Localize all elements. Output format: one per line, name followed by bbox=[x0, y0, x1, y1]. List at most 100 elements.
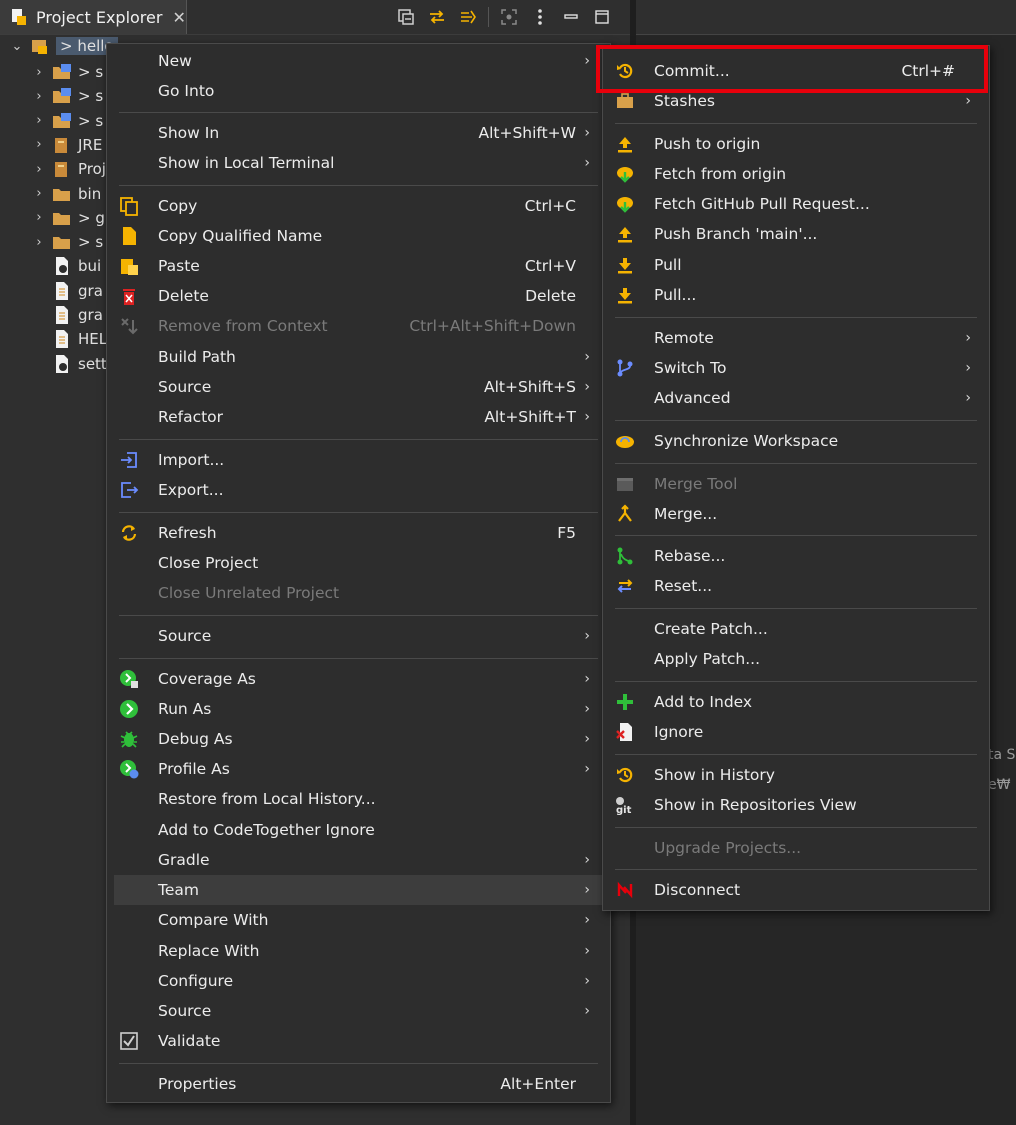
collapse-all-icon[interactable] bbox=[395, 6, 417, 28]
menu-item-export[interactable]: Export... bbox=[107, 475, 610, 505]
menu-item-delete[interactable]: Delete Delete bbox=[107, 281, 610, 311]
menu-separator bbox=[119, 658, 598, 659]
maximize-icon[interactable] bbox=[591, 6, 613, 28]
menu-item-show-history[interactable]: Show in History bbox=[603, 760, 989, 790]
bug-icon bbox=[118, 728, 140, 750]
menu-item-fetch-pr[interactable]: Fetch GitHub Pull Request... bbox=[603, 189, 989, 219]
tree-item[interactable]: › bin bbox=[32, 182, 101, 206]
chevron-right-icon[interactable]: › bbox=[32, 210, 46, 225]
menu-item-team[interactable]: Team › bbox=[114, 875, 603, 905]
menu-item-fetch-origin[interactable]: Fetch from origin bbox=[603, 159, 989, 189]
menu-item-ignore[interactable]: Ignore bbox=[603, 717, 989, 747]
menu-label: Replace With bbox=[158, 942, 260, 960]
chevron-right-icon[interactable]: › bbox=[32, 137, 46, 152]
menu-item-compare-with[interactable]: Compare With › bbox=[107, 905, 610, 935]
menu-item-import[interactable]: Import... bbox=[107, 445, 610, 475]
menu-item-restore-history[interactable]: Restore from Local History... bbox=[107, 784, 610, 814]
merge-tool-icon bbox=[614, 473, 636, 495]
pull-icon bbox=[614, 284, 636, 306]
menu-item-properties[interactable]: Properties Alt+Enter bbox=[107, 1069, 610, 1099]
menu-item-refactor[interactable]: Refactor Alt+Shift+T › bbox=[107, 402, 610, 432]
tree-root-project[interactable]: ⌄ > hello bbox=[10, 34, 118, 58]
menu-item-create-patch[interactable]: Create Patch... bbox=[603, 614, 989, 644]
menu-item-debug-as[interactable]: Debug As › bbox=[107, 724, 610, 754]
chevron-right-icon: › bbox=[584, 409, 590, 425]
tree-item[interactable]: › > g bbox=[32, 206, 104, 230]
menu-item-stashes[interactable]: Stashes › bbox=[603, 86, 989, 116]
menu-item-merge[interactable]: Merge... bbox=[603, 499, 989, 529]
chevron-right-icon: › bbox=[584, 628, 590, 644]
link-with-editor-icon[interactable] bbox=[426, 6, 448, 28]
tree-item[interactable]: gra bbox=[32, 279, 103, 303]
menu-item-new[interactable]: New › bbox=[107, 46, 610, 76]
tree-item[interactable]: › > s bbox=[32, 109, 103, 133]
chevron-right-icon: › bbox=[584, 973, 590, 989]
menu-item-add-index[interactable]: Add to Index bbox=[603, 687, 989, 717]
minimize-icon[interactable] bbox=[560, 6, 582, 28]
tree-item[interactable]: gra bbox=[32, 303, 103, 327]
chevron-right-icon[interactable]: › bbox=[32, 162, 46, 177]
menu-item-validate[interactable]: Validate bbox=[107, 1026, 610, 1056]
menu-item-show-in-terminal[interactable]: Show in Local Terminal › bbox=[107, 148, 610, 178]
view-menu-icon[interactable] bbox=[529, 6, 551, 28]
tree-item[interactable]: › JRE bbox=[32, 133, 102, 157]
menu-item-codetogether-ignore[interactable]: Add to CodeTogether Ignore bbox=[107, 815, 610, 845]
chevron-right-icon[interactable]: › bbox=[32, 186, 46, 201]
menu-item-pull-dialog[interactable]: Pull... bbox=[603, 280, 989, 310]
menu-item-remote[interactable]: Remote › bbox=[603, 323, 989, 353]
menu-item-source-2[interactable]: Source › bbox=[107, 621, 610, 651]
partial-text-line: ta S bbox=[988, 747, 1016, 763]
chevron-right-icon[interactable]: › bbox=[32, 65, 46, 80]
menu-item-pull[interactable]: Pull bbox=[603, 250, 989, 280]
menu-item-rebase[interactable]: Rebase... bbox=[603, 541, 989, 571]
menu-item-source[interactable]: Source Alt+Shift+S › bbox=[107, 372, 610, 402]
chevron-right-icon[interactable]: › bbox=[32, 113, 46, 128]
tree-item[interactable]: HEL bbox=[32, 327, 107, 351]
menu-item-disconnect[interactable]: Disconnect bbox=[603, 875, 989, 905]
chevron-right-icon: › bbox=[584, 53, 590, 69]
chevron-right-icon[interactable]: › bbox=[32, 235, 46, 250]
menu-item-paste[interactable]: Paste Ctrl+V bbox=[107, 251, 610, 281]
tree-item[interactable]: sett bbox=[32, 352, 107, 376]
filter-icon[interactable] bbox=[457, 6, 479, 28]
menu-item-show-repos[interactable]: git Show in Repositories View bbox=[603, 790, 989, 820]
tree-item[interactable]: bui bbox=[32, 254, 101, 278]
close-icon[interactable]: ✕ bbox=[172, 8, 185, 27]
menu-item-apply-patch[interactable]: Apply Patch... bbox=[603, 644, 989, 674]
chevron-down-icon[interactable]: ⌄ bbox=[10, 39, 24, 54]
chevron-right-icon: › bbox=[965, 390, 971, 406]
chevron-right-icon: › bbox=[584, 155, 590, 171]
chevron-right-icon[interactable]: › bbox=[32, 89, 46, 104]
svg-text:git: git bbox=[616, 805, 632, 815]
menu-item-run-as[interactable]: Run As › bbox=[107, 694, 610, 724]
menu-item-source-3[interactable]: Source › bbox=[107, 996, 610, 1026]
menu-item-push-branch[interactable]: Push Branch 'main'... bbox=[603, 219, 989, 249]
menu-item-show-in[interactable]: Show In Alt+Shift+W › bbox=[107, 118, 610, 148]
menu-accelerator: Ctrl+Alt+Shift+Down bbox=[409, 317, 576, 335]
menu-item-synchronize[interactable]: Synchronize Workspace bbox=[603, 426, 989, 456]
tree-item[interactable]: › > s bbox=[32, 60, 103, 84]
menu-item-push-origin[interactable]: Push to origin bbox=[603, 129, 989, 159]
menu-item-profile-as[interactable]: Profile As › bbox=[107, 754, 610, 784]
menu-item-copy[interactable]: Copy Ctrl+C bbox=[107, 191, 610, 221]
menu-item-switch-to[interactable]: Switch To › bbox=[603, 353, 989, 383]
menu-item-reset[interactable]: Reset... bbox=[603, 571, 989, 601]
tree-item[interactable]: › > s bbox=[32, 230, 103, 254]
menu-item-replace-with[interactable]: Replace With › bbox=[107, 936, 610, 966]
menu-label: Advanced bbox=[654, 389, 731, 407]
menu-item-refresh[interactable]: Refresh F5 bbox=[107, 518, 610, 548]
menu-item-gradle[interactable]: Gradle › bbox=[107, 845, 610, 875]
menu-item-build-path[interactable]: Build Path › bbox=[107, 342, 610, 372]
menu-item-coverage-as[interactable]: Coverage As › bbox=[107, 664, 610, 694]
history-icon bbox=[614, 764, 636, 786]
project-explorer-tab[interactable]: Project Explorer ✕ bbox=[0, 0, 187, 34]
tree-item[interactable]: › > s bbox=[32, 84, 103, 108]
menu-item-commit[interactable]: Commit... Ctrl+# bbox=[603, 56, 989, 86]
tree-item[interactable]: › Proj bbox=[32, 157, 106, 181]
menu-item-advanced[interactable]: Advanced › bbox=[603, 383, 989, 413]
focus-icon[interactable] bbox=[498, 6, 520, 28]
menu-item-configure[interactable]: Configure › bbox=[107, 966, 610, 996]
menu-item-close-project[interactable]: Close Project bbox=[107, 548, 610, 578]
menu-item-go-into[interactable]: Go Into bbox=[107, 76, 610, 106]
menu-item-copy-qualified[interactable]: Copy Qualified Name bbox=[107, 221, 610, 251]
